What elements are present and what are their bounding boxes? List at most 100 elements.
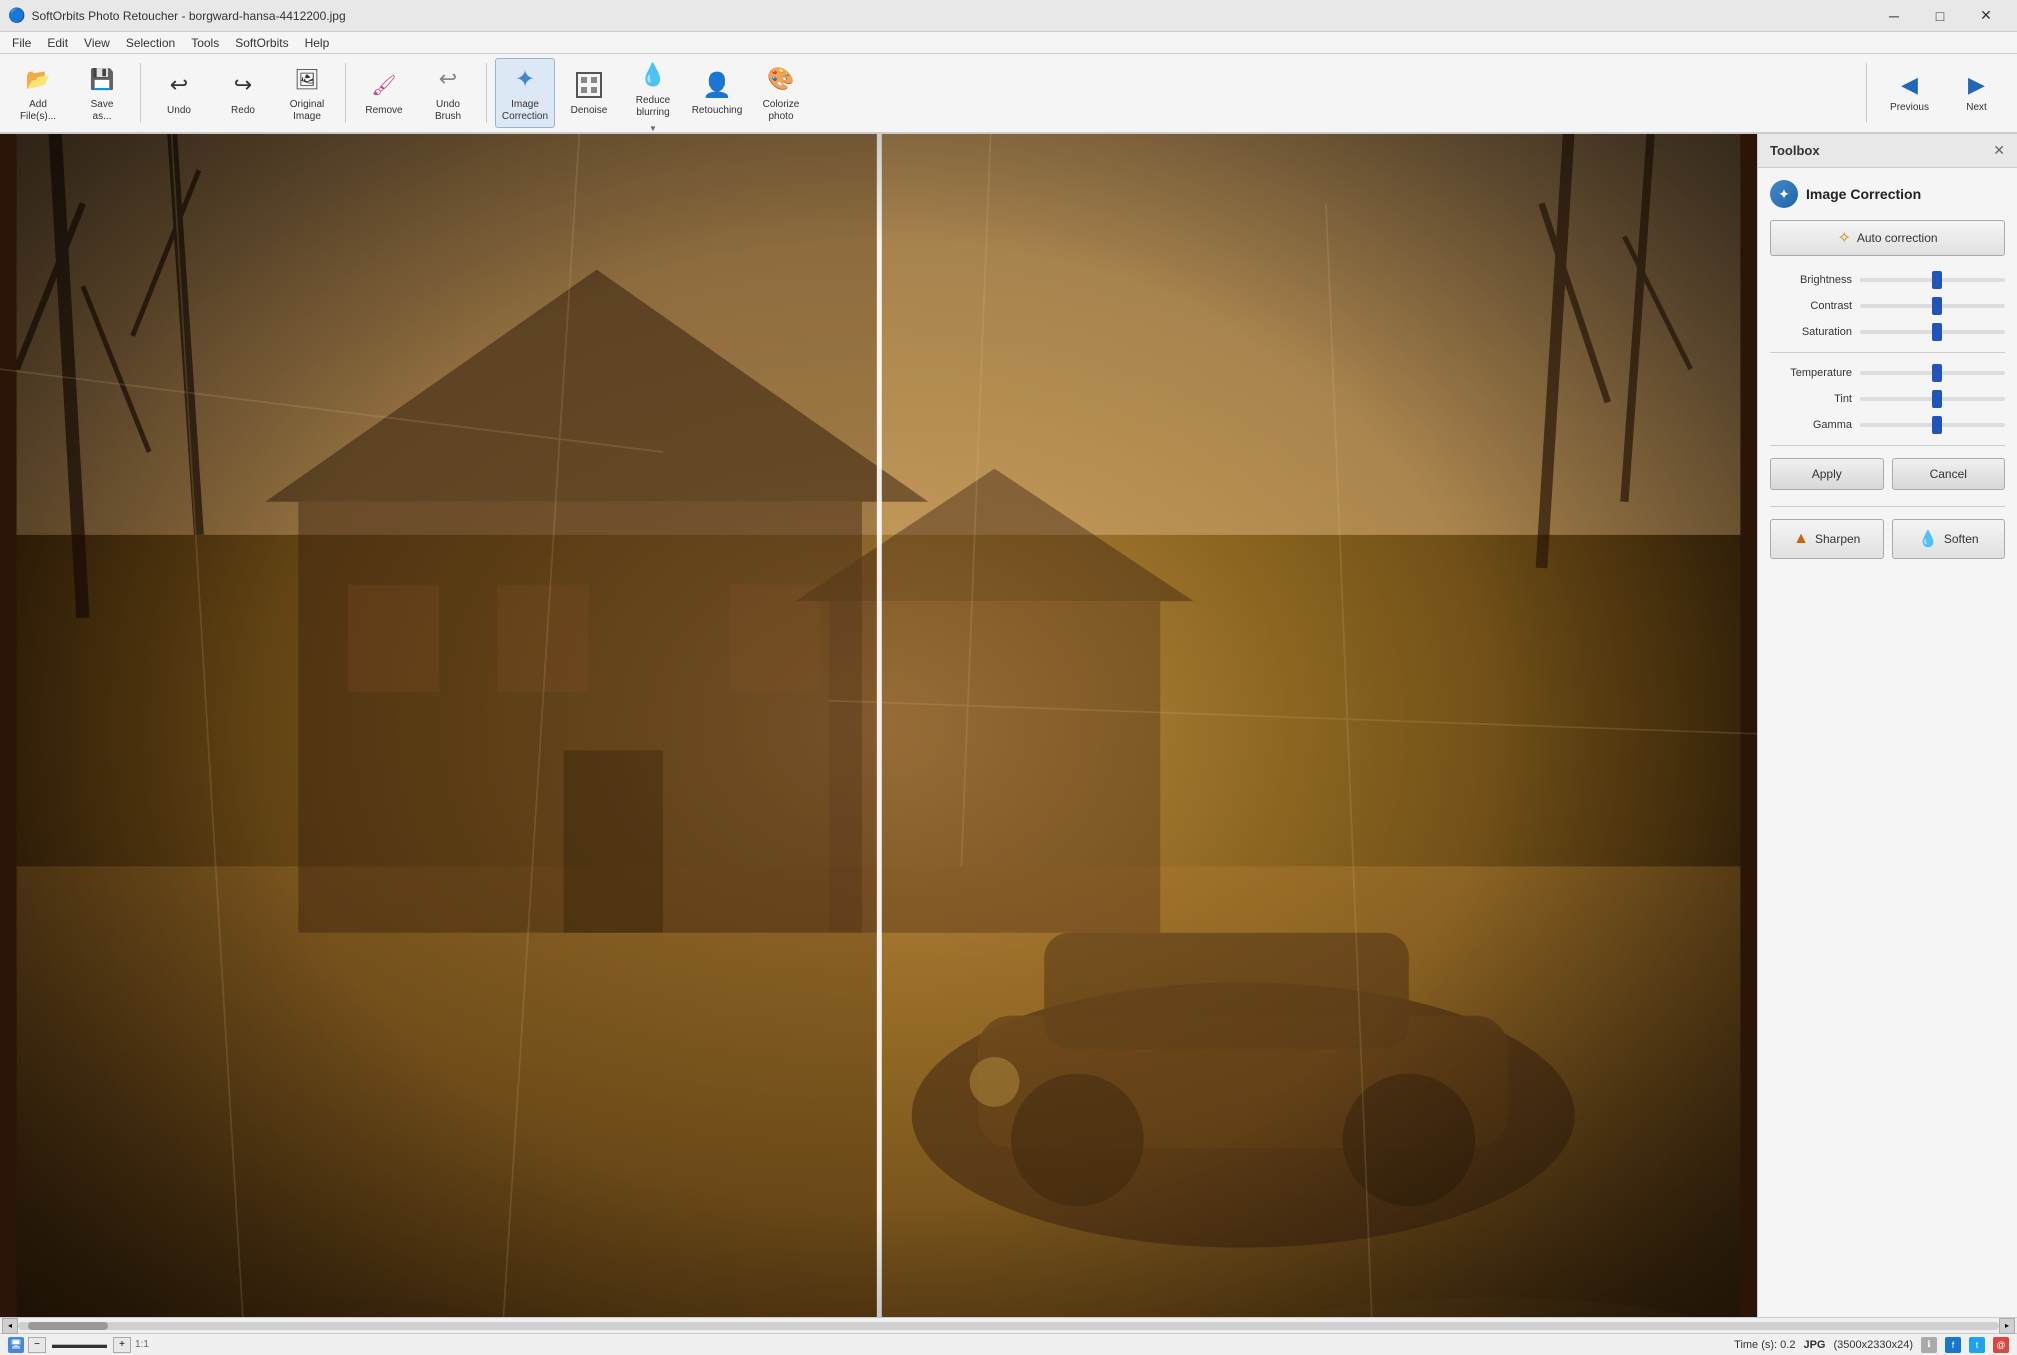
next-label: Next bbox=[1966, 102, 1987, 114]
status-bar: 🖥 − ▬▬▬▬▬ + 1:1 Time (s): 0.2 JPG (3500x… bbox=[0, 1333, 2017, 1355]
tint-handle[interactable] bbox=[1932, 390, 1942, 408]
minimize-button[interactable]: ─ bbox=[1871, 0, 1917, 32]
contrast-slider-container bbox=[1860, 298, 2005, 314]
sharpen-label: Sharpen bbox=[1815, 532, 1860, 546]
add-files-label: AddFile(s)... bbox=[20, 99, 56, 123]
remove-button[interactable]: 🖌 Remove bbox=[354, 58, 414, 128]
reduce-blurring-dropdown-arrow[interactable]: ▼ bbox=[649, 124, 657, 133]
add-files-button[interactable]: 📂 AddFile(s)... bbox=[8, 58, 68, 128]
previous-icon: ◀ bbox=[1901, 72, 1918, 98]
menu-tools[interactable]: Tools bbox=[183, 34, 227, 52]
auto-correction-label: Auto correction bbox=[1857, 231, 1938, 245]
save-as-button[interactable]: 💾 Saveas... bbox=[72, 58, 132, 128]
apply-divider bbox=[1770, 445, 2005, 446]
brightness-row: Brightness bbox=[1770, 272, 2005, 288]
scroll-right-arrow[interactable]: ▸ bbox=[1999, 1318, 2015, 1334]
redo-icon: ↪ bbox=[227, 69, 259, 101]
tint-slider-container bbox=[1860, 391, 2005, 407]
saturation-row: Saturation bbox=[1770, 324, 2005, 340]
undo-label: Undo bbox=[167, 105, 191, 117]
zoom-value: 1:1 bbox=[135, 1339, 149, 1350]
original-image-button[interactable]: 🖼 OriginalImage bbox=[277, 58, 337, 128]
gamma-handle[interactable] bbox=[1932, 416, 1942, 434]
sharpen-button[interactable]: ▲ Sharpen bbox=[1770, 519, 1884, 559]
contrast-handle[interactable] bbox=[1932, 297, 1942, 315]
undo-brush-label: UndoBrush bbox=[435, 99, 461, 123]
temperature-track bbox=[1860, 371, 2005, 375]
undo-button[interactable]: ↩ Undo bbox=[149, 58, 209, 128]
denoise-icon bbox=[573, 69, 605, 101]
section-title: Image Correction bbox=[1806, 186, 1921, 202]
next-icon: ▶ bbox=[1968, 72, 1985, 98]
sharpen-icon: ▲ bbox=[1793, 530, 1809, 548]
section-header: ✦ Image Correction bbox=[1770, 180, 2005, 208]
apply-button[interactable]: Apply bbox=[1770, 458, 1884, 490]
contrast-label: Contrast bbox=[1770, 300, 1860, 312]
toolbox-close-button[interactable]: ✕ bbox=[1993, 142, 2005, 159]
maximize-button[interactable]: □ bbox=[1917, 0, 1963, 32]
previous-button[interactable]: ◀ Previous bbox=[1877, 58, 1942, 128]
toolbox-title: Toolbox bbox=[1770, 143, 1820, 158]
temperature-slider-container bbox=[1860, 365, 2005, 381]
slider-divider bbox=[1770, 352, 2005, 353]
soften-button[interactable]: 💧 Soften bbox=[1892, 519, 2006, 559]
reduce-blurring-icon: 💧 bbox=[637, 59, 669, 91]
colorize-photo-label: Colorizephoto bbox=[763, 99, 800, 123]
reduce-blurring-button[interactable]: 💧 Reduceblurring bbox=[623, 54, 683, 124]
nav-separator bbox=[1866, 63, 1867, 123]
app-title: SoftOrbits Photo Retoucher - borgward-ha… bbox=[31, 9, 345, 23]
next-button[interactable]: ▶ Next bbox=[1944, 58, 2009, 128]
toolbar-separator-3 bbox=[486, 63, 487, 123]
sharpen-soften-row: ▲ Sharpen 💧 Soften bbox=[1770, 519, 2005, 559]
colorize-photo-button[interactable]: 🎨 Colorizephoto bbox=[751, 58, 811, 128]
undo-icon: ↩ bbox=[163, 69, 195, 101]
brightness-handle[interactable] bbox=[1932, 271, 1942, 289]
denoise-button[interactable]: Denoise bbox=[559, 58, 619, 128]
toolbox-body: ✦ Image Correction ✧ Auto correction Bri… bbox=[1758, 168, 2017, 1317]
gamma-label: Gamma bbox=[1770, 419, 1860, 431]
original-image-icon: 🖼 bbox=[291, 63, 323, 95]
save-as-icon: 💾 bbox=[86, 63, 118, 95]
auto-correction-button[interactable]: ✧ Auto correction bbox=[1770, 220, 2005, 256]
scrollbar-thumb[interactable] bbox=[28, 1322, 108, 1330]
gamma-slider-container bbox=[1860, 417, 2005, 433]
add-files-icon: 📂 bbox=[22, 63, 54, 95]
reduce-blurring-group: 💧 Reduceblurring ▼ bbox=[623, 54, 683, 133]
menu-bar: File Edit View Selection Tools SoftOrbit… bbox=[0, 32, 2017, 54]
toolbar-separator-1 bbox=[140, 63, 141, 123]
temperature-handle[interactable] bbox=[1932, 364, 1942, 382]
retouching-icon: 👤 bbox=[701, 69, 733, 101]
tint-row: Tint bbox=[1770, 391, 2005, 407]
menu-file[interactable]: File bbox=[4, 34, 39, 52]
image-correction-button[interactable]: ✦ ImageCorrection bbox=[495, 58, 555, 128]
image-area[interactable] bbox=[0, 134, 1757, 1317]
menu-view[interactable]: View bbox=[76, 34, 118, 52]
denoise-label: Denoise bbox=[571, 105, 608, 117]
redo-button[interactable]: ↪ Redo bbox=[213, 58, 273, 128]
previous-label: Previous bbox=[1890, 102, 1929, 114]
temperature-label: Temperature bbox=[1770, 367, 1860, 379]
brightness-slider-container bbox=[1860, 272, 2005, 288]
menu-edit[interactable]: Edit bbox=[39, 34, 76, 52]
saturation-slider-container bbox=[1860, 324, 2005, 340]
close-button[interactable]: ✕ bbox=[1963, 0, 2009, 32]
remove-icon: 🖌 bbox=[368, 69, 400, 101]
cancel-button[interactable]: Cancel bbox=[1892, 458, 2006, 490]
nav-section: ◀ Previous ▶ Next bbox=[1858, 58, 2009, 128]
retouching-button[interactable]: 👤 Retouching bbox=[687, 58, 747, 128]
soften-label: Soften bbox=[1944, 532, 1979, 546]
toolbox-panel: Toolbox ✕ ✦ Image Correction ✧ Auto corr… bbox=[1757, 134, 2017, 1317]
menu-help[interactable]: Help bbox=[297, 34, 338, 52]
scroll-left-arrow[interactable]: ◂ bbox=[2, 1318, 18, 1334]
scrollbar-track[interactable] bbox=[18, 1322, 1999, 1330]
wand-icon: ✧ bbox=[1837, 228, 1850, 248]
saturation-handle[interactable] bbox=[1932, 323, 1942, 341]
photo-svg bbox=[0, 134, 1757, 1317]
main-content: Toolbox ✕ ✦ Image Correction ✧ Auto corr… bbox=[0, 134, 2017, 1317]
menu-selection[interactable]: Selection bbox=[118, 34, 183, 52]
horizontal-scrollbar[interactable]: ◂ ▸ bbox=[0, 1317, 2017, 1333]
menu-softorbits[interactable]: SoftOrbits bbox=[227, 34, 296, 52]
undo-brush-button[interactable]: ↩ UndoBrush bbox=[418, 58, 478, 128]
brightness-track bbox=[1860, 278, 2005, 282]
colorize-photo-icon: 🎨 bbox=[765, 63, 797, 95]
